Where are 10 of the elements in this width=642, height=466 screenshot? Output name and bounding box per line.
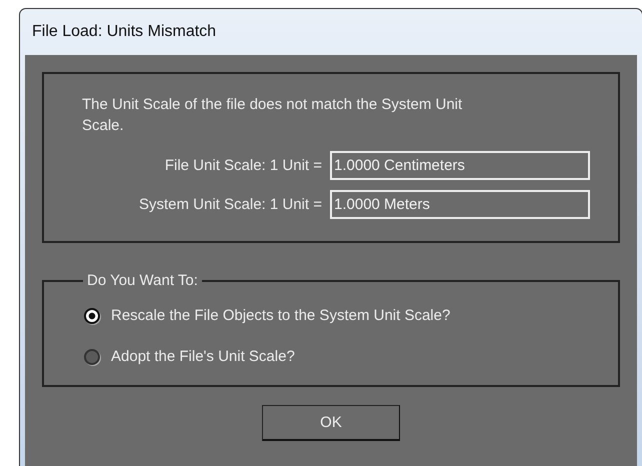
scale-field[interactable]: 1.0000 Centimeters xyxy=(330,151,590,180)
ok-button[interactable]: OK xyxy=(262,405,400,441)
window-title: File Load: Units Mismatch xyxy=(31,22,218,42)
radio-option[interactable]: Rescale the File Objects to the System Unit Scale? xyxy=(84,295,450,336)
radio-option[interactable]: Adopt the File's Unit Scale? xyxy=(84,336,295,377)
field-label: File Unit Scale: 1 Unit = xyxy=(164,157,323,174)
scale-field[interactable]: 1.0000 Meters xyxy=(330,190,590,219)
field-label: System Unit Scale: 1 Unit = xyxy=(138,196,323,213)
mismatch-message: The Unit Scale of the file does not match the System Unit Scale. xyxy=(82,95,464,136)
group-title: Do You Want To: xyxy=(86,272,199,289)
